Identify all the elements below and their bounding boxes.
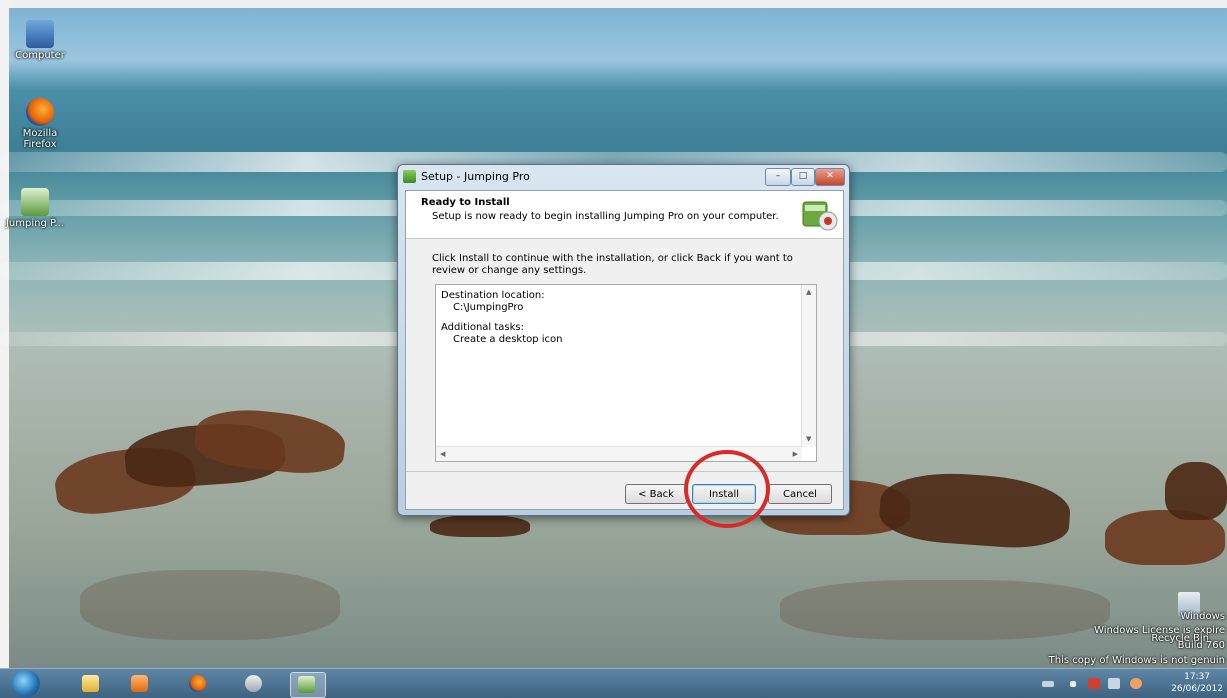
vertical-scrollbar[interactable]: ▲ ▼: [801, 285, 816, 447]
jumping-pro-logo-icon: [802, 201, 838, 231]
cancel-button[interactable]: Cancel: [768, 484, 832, 504]
taskbar-setup[interactable]: [290, 672, 326, 698]
button-separator: [406, 471, 843, 472]
show-hidden-icons-icon[interactable]: [1042, 681, 1054, 687]
scroll-right-icon[interactable]: ▶: [793, 450, 798, 458]
taskbar-snipping[interactable]: [238, 672, 268, 696]
page-title: Ready to Install: [421, 197, 510, 208]
instruction-text: Click Install to continue with the insta…: [432, 253, 793, 276]
taskbar-media-player[interactable]: [124, 672, 154, 696]
dialog-client: Ready to Install Setup is now ready to b…: [405, 190, 844, 510]
firefox-icon: [189, 675, 206, 692]
close-button[interactable]: ✕: [815, 168, 845, 186]
clock-date: 26/06/2012: [1171, 684, 1223, 694]
scroll-left-icon[interactable]: ◀: [440, 450, 445, 458]
desktop-icon-label: Jumping P...: [5, 218, 65, 229]
desktop-icon-firefox[interactable]: Mozilla Firefox: [5, 98, 75, 150]
firefox-icon: [26, 98, 54, 126]
taskbar: 17:37 26/06/2012: [0, 668, 1227, 698]
dialog-title: Setup - Jumping Pro: [421, 170, 530, 183]
desktop-icon-computer[interactable]: Computer: [5, 20, 75, 61]
start-button[interactable]: [12, 670, 40, 697]
taskbar-firefox[interactable]: [182, 672, 212, 696]
snipping-tool-icon: [245, 675, 262, 692]
minimize-button[interactable]: –: [765, 168, 791, 186]
horse: [1165, 462, 1227, 520]
action-center-icon[interactable]: [1088, 678, 1100, 689]
folder-icon: [82, 675, 99, 692]
taskbar-clock[interactable]: 17:37 26/06/2012: [1171, 671, 1223, 695]
page-subtitle: Setup is now ready to begin installing J…: [432, 211, 779, 222]
back-button[interactable]: < Back: [625, 484, 687, 504]
setup-icon: [403, 170, 416, 183]
dialog-titlebar[interactable]: Setup - Jumping Pro – □ ✕: [398, 165, 849, 189]
desktop-icon-jumping-pro[interactable]: Jumping P...: [0, 188, 70, 229]
network-icon[interactable]: [1108, 678, 1120, 689]
watermark-line: This copy of Windows is not genuin: [1048, 655, 1225, 666]
clock-time: 17:37: [1184, 672, 1211, 682]
highlight-circle: [684, 450, 770, 528]
tray-arrow-icon[interactable]: [1070, 681, 1076, 687]
jumping-pro-icon: [21, 188, 49, 216]
tasks-label: Additional tasks:: [441, 322, 525, 333]
maximize-button[interactable]: □: [791, 168, 815, 186]
setup-dialog: Setup - Jumping Pro – □ ✕ Ready to Insta…: [397, 164, 850, 516]
volume-icon[interactable]: [1130, 678, 1142, 689]
reflection: [80, 570, 340, 640]
taskbar-explorer[interactable]: [75, 672, 105, 696]
horse: [877, 468, 1073, 552]
reflection: [780, 580, 1110, 640]
horse: [430, 515, 530, 537]
jumping-pro-icon: [298, 676, 315, 693]
desktop-icon-label: Computer: [15, 50, 65, 61]
media-player-icon: [131, 675, 148, 692]
ready-memo[interactable]: Destination location: C:\JumpingPro Addi…: [435, 284, 817, 462]
watermark-line: Windows: [1180, 611, 1225, 622]
scroll-up-icon[interactable]: ▲: [806, 288, 811, 296]
scroll-down-icon[interactable]: ▼: [806, 435, 811, 443]
tasks-value: Create a desktop icon: [453, 334, 563, 345]
computer-icon: [26, 20, 54, 48]
desktop-icon-label: Mozilla Firefox: [22, 128, 58, 150]
dest-label: Destination location:: [441, 290, 545, 301]
wizard-header: Ready to Install Setup is now ready to b…: [406, 191, 843, 239]
dest-value: C:\JumpingPro: [453, 302, 524, 313]
watermark-line: Build 760: [1177, 640, 1225, 651]
